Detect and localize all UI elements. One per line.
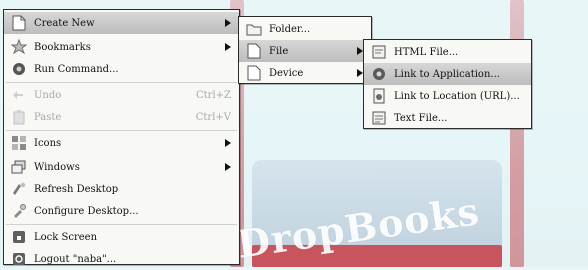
menu-item-label: Run Command... [34,63,119,75]
desktop-context-menu: Create New Bookmarks Run Command... Undo… [3,9,240,265]
menu-item-folder[interactable]: Folder... [239,18,371,40]
menu-separator [6,130,237,131]
menu-item-refresh-desktop[interactable]: Refresh Desktop [4,178,239,200]
menu-item-label: HTML File... [394,46,459,58]
menu-item-label: File [269,45,289,57]
undo-arrow-icon [10,86,28,104]
wrench-icon [10,202,28,220]
menu-item-icons[interactable]: Icons [4,132,239,154]
link-app-icon [370,65,388,83]
menu-separator [6,82,237,83]
menu-item-label: Bookmarks [34,41,91,53]
menu-item-create-new[interactable]: Create New [4,12,239,34]
menu-item-label: Configure Desktop... [34,205,139,217]
menu-item-label: Undo [34,89,62,101]
menu-item-link-to-application[interactable]: Link to Application... [364,63,531,85]
menu-item-label: Windows [34,161,80,173]
menu-item-text-file[interactable]: Text File... [364,107,531,129]
submenu-arrow-icon [225,139,231,147]
menu-item-shortcut: Ctrl+Z [196,89,231,101]
submenu-arrow-icon [225,43,231,51]
menu-item-run-command[interactable]: Run Command... [4,58,239,80]
menu-item-file[interactable]: File [239,40,371,62]
create-new-submenu: Folder... File Device [238,16,372,84]
menu-item-configure-desktop[interactable]: Configure Desktop... [4,200,239,222]
run-gear-icon [10,60,28,78]
menu-item-device[interactable]: Device [239,62,371,84]
device-icon [245,64,263,82]
clipboard-icon [10,108,28,126]
menu-item-lock-screen[interactable]: Lock Screen [4,226,239,248]
menu-item-label: Icons [34,137,62,149]
globe-link-icon [370,87,388,105]
menu-item-label: Link to Application... [394,68,500,80]
menu-item-html-file[interactable]: HTML File... [364,41,531,63]
file-submenu: HTML File... Link to Application... Link… [363,39,532,129]
menu-item-label: Text File... [394,112,448,124]
menu-item-shortcut: Ctrl+V [195,111,231,123]
refresh-brush-icon [10,180,28,198]
menu-item-label: Refresh Desktop [34,183,119,195]
file-icon [245,42,263,60]
menu-item-undo: Undo Ctrl+Z [4,84,239,106]
menu-item-link-to-location[interactable]: Link to Location (URL)... [364,85,531,107]
menu-item-label: Create New [34,17,95,29]
menu-item-label: Paste [34,111,62,123]
menu-item-label: Folder... [269,23,311,35]
menu-item-bookmarks[interactable]: Bookmarks [4,36,239,58]
power-icon [10,250,28,268]
menu-item-label: Lock Screen [34,231,98,243]
menu-item-paste: Paste Ctrl+V [4,106,239,128]
star-icon [10,38,28,56]
html-file-icon [370,43,388,61]
menu-item-windows[interactable]: Windows [4,156,239,178]
menu-separator [6,224,237,225]
blank-page-icon [10,14,28,32]
folder-icon [245,20,263,38]
menu-item-label: Device [269,67,304,79]
menu-item-label: Logout "naba"... [34,253,117,265]
windows-stack-icon [10,158,28,176]
submenu-arrow-icon [225,19,231,27]
submenu-arrow-icon [225,163,231,171]
lock-icon [10,228,28,246]
text-file-icon [370,109,388,127]
icons-grid-icon [10,134,28,152]
menu-item-label: Link to Location (URL)... [394,90,520,102]
